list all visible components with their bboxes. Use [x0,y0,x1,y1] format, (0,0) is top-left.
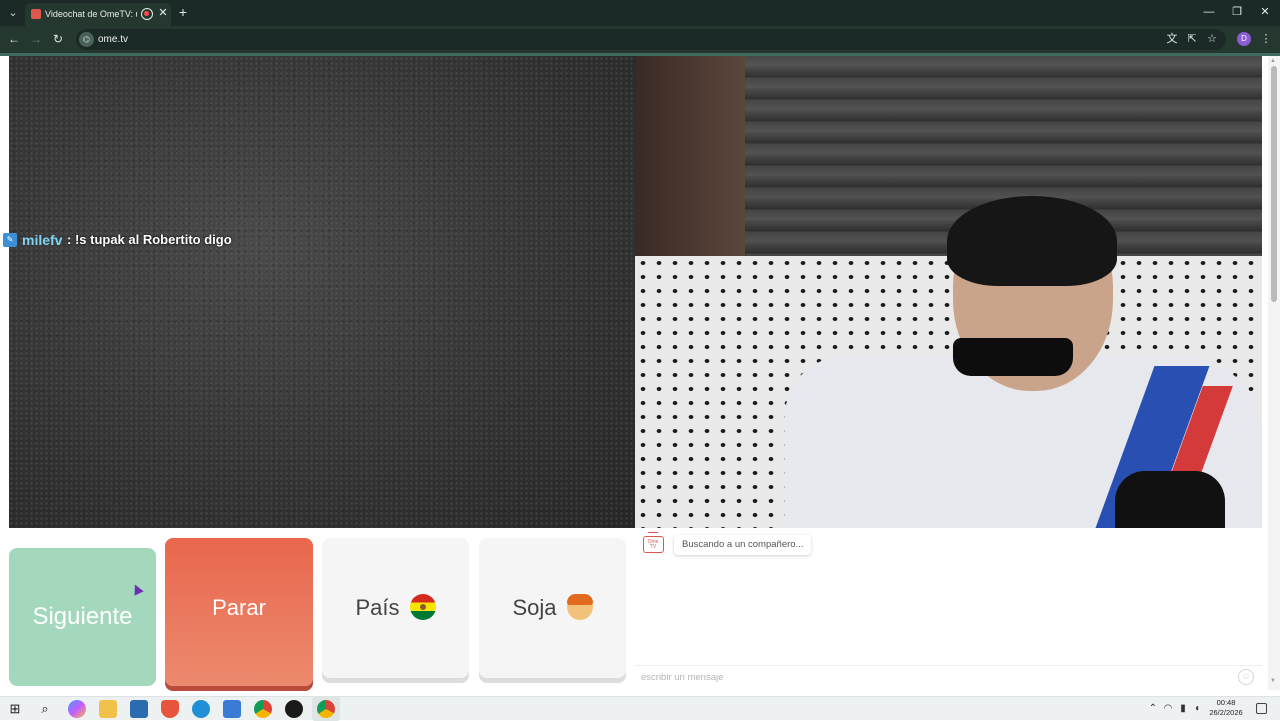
chat-message: : !s tupak al Robertito digo [67,232,232,247]
site-info-icon[interactable]: ⌬ [79,32,94,47]
gender-filter-label: Soja [512,595,557,620]
obs-icon[interactable] [285,700,303,718]
minimize-icon[interactable]: — [1196,3,1222,21]
stop-button[interactable]: Parar [165,538,313,686]
reload-icon[interactable]: ↻ [49,30,67,48]
search-icon[interactable]: ⌕ [36,700,54,718]
gender-filter-row: Soja [479,593,626,623]
remote-desktop-icon[interactable] [223,700,241,718]
close-window-icon[interactable]: ✕ [1252,3,1278,21]
message-input-row: ☺ [635,665,1262,687]
emoji-icon[interactable]: ☺ [1238,669,1254,685]
page-scrollbar[interactable]: ▲ ▼ [1268,56,1280,690]
star-icon[interactable]: ☆ [1204,31,1220,47]
copilot-icon[interactable] [68,700,86,718]
url-text[interactable]: ome.tv [98,33,128,46]
battery-icon[interactable]: ▮ [1176,702,1190,716]
chrome-icon[interactable] [254,700,272,718]
install-icon[interactable]: ⇱ [1184,31,1200,47]
self-webcam-video [635,56,1262,528]
stop-button-label: Parar [212,595,266,620]
tab-title: Videochat de OmeTV: una [45,9,137,19]
boy-face-icon [566,594,593,620]
chrome-active-icon[interactable] [317,700,335,718]
notification-icon[interactable] [1256,703,1267,714]
text-chat-panel: Ome TV Buscando a un compañero... ☺ [635,528,1262,690]
forward-icon[interactable]: → [27,30,45,48]
ometv-logo: Ome TV [643,532,664,553]
store-icon[interactable] [130,700,148,718]
country-filter-button[interactable]: País [322,538,469,678]
country-filter-label: País [355,595,400,620]
windows-taskbar: ⊞ ⌕ ⌃ ◠ ▮ ◖ 00:48 26/2/2026 [0,696,1280,721]
tab-strip: ⌄ Videochat de OmeTV: una ✕ + — ❐ ✕ [0,0,1280,26]
tray-chevron-icon[interactable]: ⌃ [1146,702,1160,716]
toolbar: ← → ↻ ⌬ ome.tv 文 ⇱ ☆ D ⋮ [0,26,1280,53]
edge-icon[interactable] [192,700,210,718]
tab-menu-icon[interactable]: ⌄ [4,4,22,22]
record-icon [141,8,153,20]
back-icon[interactable]: ← [5,30,23,48]
kebab-icon[interactable]: ⋮ [1258,31,1274,47]
search-status-message: Buscando a un compañero... [674,535,812,555]
person-hair [947,196,1117,286]
address-bar[interactable]: ⌬ ome.tv [76,29,1226,50]
maximize-icon[interactable]: ❐ [1224,3,1250,21]
message-input[interactable] [641,669,1231,685]
brave-icon[interactable] [161,700,179,718]
stranger-video [9,56,635,528]
tab-ometv[interactable]: Videochat de OmeTV: una ✕ [25,3,171,26]
scroll-thumb[interactable] [1271,66,1277,302]
next-button-label: Siguiente [32,603,133,630]
video-static-noise [9,56,635,528]
wifi-icon[interactable]: ◠ [1161,702,1175,716]
scroll-up-icon[interactable]: ▲ [1270,58,1276,64]
new-tab-button[interactable]: + [175,4,191,20]
close-tab-button[interactable]: ✕ [156,5,170,21]
gender-filter-button[interactable]: Soja [479,538,626,678]
system-clock[interactable]: 00:48 26/2/2026 [1200,698,1252,718]
profile-avatar[interactable]: D [1237,32,1251,46]
scroll-down-icon[interactable]: ▼ [1270,678,1276,684]
clock-date: 26/2/2026 [1209,708,1243,717]
file-explorer-icon[interactable] [99,700,117,718]
bolivia-flag-icon [409,594,436,620]
microphone [1115,471,1225,528]
clock-time: 00:48 [1216,698,1236,707]
translate-icon[interactable]: 文 [1164,31,1180,47]
next-button[interactable]: Siguiente [9,548,156,686]
country-filter-row: País [322,593,469,623]
windows-start-icon[interactable]: ⊞ [6,700,24,718]
ometv-page: ✎ milefv : !s tupak al Robertito digo Si… [0,56,1268,690]
chat-badge-icon: ✎ [3,233,17,247]
chat-username: milefv [22,232,63,248]
sunglasses [953,338,1073,376]
ometv-favicon-icon [31,9,41,19]
